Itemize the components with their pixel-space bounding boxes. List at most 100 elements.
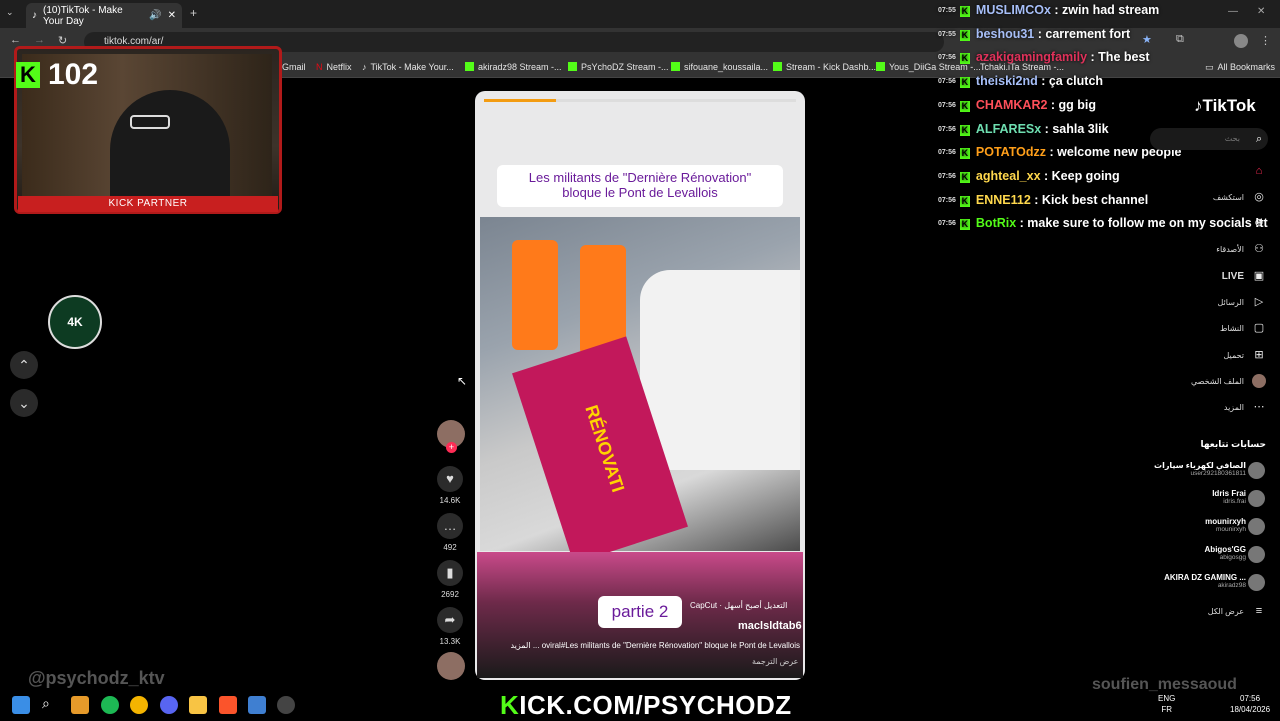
- kick-channel-footer: K ICK.COM/PSYCHODZ: [500, 690, 792, 720]
- comment-button[interactable]: … 492: [437, 513, 463, 552]
- all-bookmarks[interactable]: ▭ All Bookmarks: [1205, 56, 1275, 78]
- nav-messages[interactable]: الرسائل ▷: [1218, 295, 1267, 309]
- chat-text: : carrement fort: [1034, 26, 1131, 41]
- kick-badge-icon: K: [959, 6, 970, 17]
- following-item[interactable]: Idris Frai idris.frai: [1212, 489, 1246, 505]
- avatar[interactable]: [1248, 462, 1265, 479]
- chat-username[interactable]: CHAMKAR2: [976, 98, 1048, 112]
- nav-following[interactable]: ⊕: [1252, 216, 1266, 230]
- browser-menu-icon[interactable]: ⋮: [1260, 34, 1271, 47]
- video-caption[interactable]: oviral#Les militants de "Dernière Rénova…: [484, 641, 800, 650]
- nav-activity[interactable]: النشاط ▢: [1220, 321, 1266, 335]
- avatar[interactable]: [1248, 518, 1265, 535]
- nav-more[interactable]: المزيد ⋯: [1224, 400, 1266, 414]
- see-translation-link[interactable]: عرض الترجمة: [752, 657, 798, 666]
- protester-vest: [512, 240, 558, 350]
- avatar[interactable]: [1248, 490, 1265, 507]
- streamer-silhouette: [110, 90, 230, 210]
- spotify-icon[interactable]: [101, 696, 119, 714]
- nav-friends[interactable]: الأصدقاء ⚇: [1216, 242, 1266, 256]
- kick-icon: [465, 62, 474, 71]
- chat-username[interactable]: MUSLIMCOx: [976, 3, 1051, 17]
- video-author[interactable]: maclsldtab6: [738, 620, 802, 632]
- chat-message: 07:56 K ENNE112 : Kick best channel: [938, 193, 1148, 207]
- obs-icon[interactable]: [277, 696, 295, 714]
- chat-username[interactable]: POTATOdzz: [976, 145, 1046, 159]
- bookmark-gmail[interactable]: Gmail: [282, 56, 306, 78]
- watermark-left: @psychodz_ktv: [28, 668, 165, 688]
- bookmark-psychodz[interactable]: PsYchoDZ Stream -...: [568, 56, 669, 78]
- save-button[interactable]: ▮ 2692: [437, 560, 463, 599]
- tab-close-icon[interactable]: ✕: [168, 10, 176, 21]
- chat-text: : make sure to follow me on my socials !…: [1016, 216, 1268, 231]
- brave-icon[interactable]: [219, 696, 237, 714]
- nav-profile[interactable]: الملف الشخصي: [1191, 374, 1266, 388]
- file-explorer-icon[interactable]: [189, 696, 207, 714]
- tab-menu-icon[interactable]: ⌄: [6, 7, 14, 18]
- bookmark-netflix[interactable]: N Netflix: [316, 56, 352, 78]
- chrome-icon[interactable]: [130, 696, 148, 714]
- minimize-icon[interactable]: —: [1228, 6, 1238, 17]
- kick-badge-icon: K: [959, 77, 970, 89]
- tab-audio-icon[interactable]: 🔊: [149, 10, 161, 21]
- profile-avatar[interactable]: [1234, 34, 1248, 48]
- chat-text: : ça clutch: [1037, 74, 1104, 89]
- search-taskbar-icon[interactable]: ⌕: [42, 695, 50, 712]
- nav-explore[interactable]: استكشف ◎: [1213, 190, 1266, 204]
- chat-text: : gg big: [1047, 97, 1097, 112]
- following-item[interactable]: AKIRA DZ GAMING ... akiradz98: [1164, 573, 1246, 589]
- follow-plus-icon[interactable]: +: [446, 442, 457, 453]
- chat-message: 07:55 Kbeshou31 : carrement fort: [938, 27, 1130, 41]
- share-icon: ➦: [437, 607, 463, 633]
- forward-icon[interactable]: →: [34, 34, 45, 46]
- extensions-icon[interactable]: ⧉: [1176, 33, 1184, 46]
- next-video-button[interactable]: ⌄: [10, 389, 38, 417]
- back-icon[interactable]: ←: [10, 34, 21, 46]
- chat-username[interactable]: theiski2nd: [976, 74, 1038, 88]
- comment-icon: …: [437, 513, 463, 539]
- chat-username[interactable]: aghteal_xx: [976, 169, 1041, 183]
- see-all-button[interactable]: عرض الكل ≡: [1208, 604, 1266, 618]
- bookmark-akiradz98[interactable]: akiradz98 Stream -...: [465, 56, 562, 78]
- capcut-link[interactable]: CapCut · التعديل أصبح أسهل: [690, 601, 787, 610]
- bookmark-kick-dashboard[interactable]: Stream - Kick Dashb...: [773, 56, 876, 78]
- nav-upload[interactable]: تحميل ⊞: [1224, 348, 1267, 362]
- following-item[interactable]: الصافي لكهرباء سيارات user292180361811: [1154, 461, 1246, 477]
- chat-username[interactable]: azakigamingfamily: [976, 50, 1087, 64]
- language-indicator[interactable]: ENG FR: [1158, 693, 1175, 715]
- bookmark-sifouane[interactable]: sifouane_koussaila...: [671, 56, 768, 78]
- chat-text: : Kick best channel: [1030, 192, 1149, 207]
- discord-icon[interactable]: [160, 696, 178, 714]
- nav-home[interactable]: ⌂: [1252, 164, 1266, 178]
- following-item[interactable]: Abigos'GG abigosgg: [1205, 545, 1246, 561]
- browser-tab[interactable]: ♪ (10)TikTok - Make Your Day 🔊 ✕: [26, 3, 182, 28]
- window-close-icon[interactable]: ✕: [1257, 6, 1265, 17]
- previous-video-button[interactable]: ⌃: [10, 351, 38, 379]
- avatar[interactable]: [1248, 546, 1265, 563]
- windows-start-icon[interactable]: [12, 696, 30, 714]
- nav-live[interactable]: LIVE ▣: [1222, 269, 1266, 283]
- tiktok-logo[interactable]: ♪TikTok: [1194, 96, 1256, 116]
- upload-icon: ⊞: [1254, 349, 1264, 361]
- bookmark-tiktok[interactable]: ♪ TikTok - Make Your...: [362, 56, 454, 78]
- chat-timestamp: 07:56: [938, 125, 956, 133]
- avatar[interactable]: [1248, 574, 1265, 591]
- system-clock[interactable]: 07:56 18/04/2026: [1230, 693, 1270, 715]
- bookmark-star-icon[interactable]: ★: [1142, 33, 1152, 46]
- chat-username[interactable]: BotRix: [976, 216, 1016, 230]
- music-disc-avatar[interactable]: [437, 652, 465, 680]
- search-input[interactable]: بحث: [1150, 128, 1268, 150]
- chat-username[interactable]: ALFARESx: [976, 122, 1041, 136]
- chat-message: 07:56 Ktheiski2nd : ça clutch: [938, 74, 1104, 89]
- search-icon[interactable]: ⌕: [1256, 133, 1262, 146]
- like-button[interactable]: ♥ 14.6K: [437, 466, 463, 505]
- following-item[interactable]: mounirxyh mounirxyh: [1205, 517, 1246, 533]
- new-tab-icon[interactable]: +: [190, 6, 197, 20]
- tiktok-icon: ♪: [362, 62, 367, 72]
- photos-icon[interactable]: [248, 696, 266, 714]
- heart-icon: ♥: [437, 466, 463, 492]
- chat-username[interactable]: beshou31: [976, 27, 1034, 41]
- chat-username[interactable]: ENNE112: [976, 193, 1031, 207]
- share-button[interactable]: ➦ 13.3K: [437, 607, 463, 646]
- app-icon[interactable]: [71, 696, 89, 714]
